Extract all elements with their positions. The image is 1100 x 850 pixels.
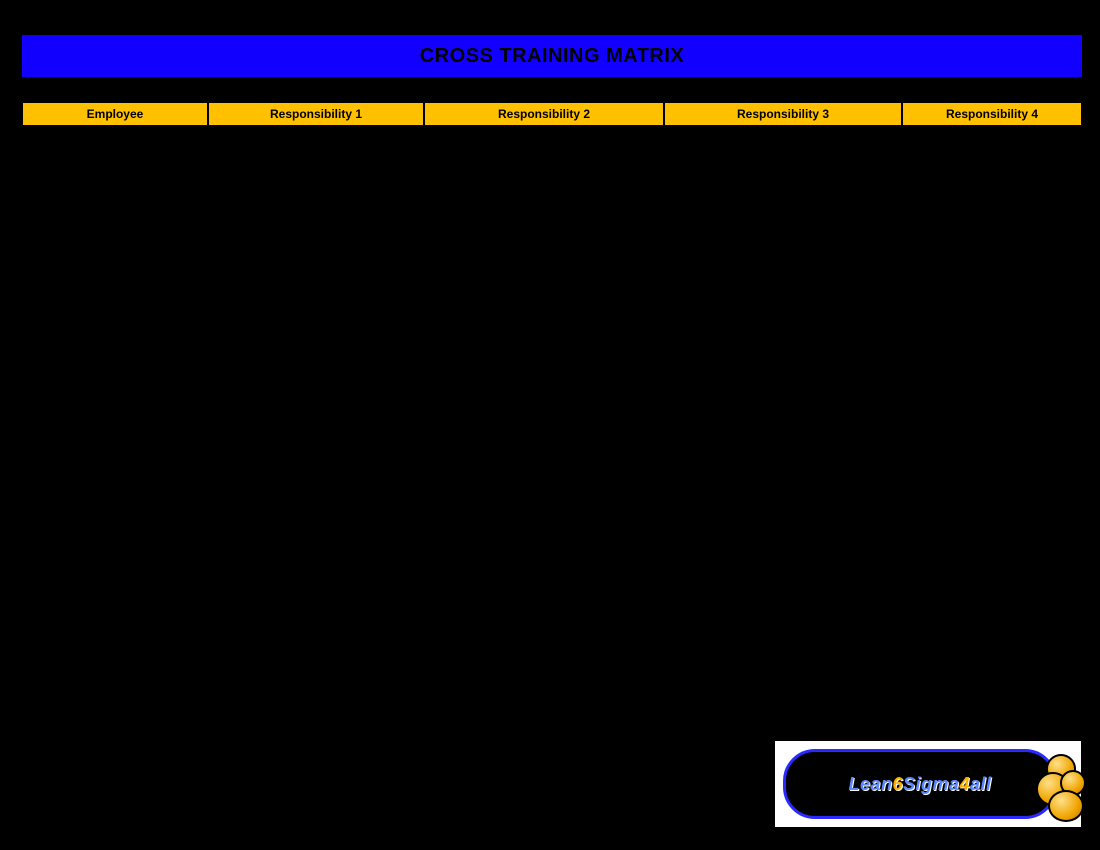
- logo-seg-all: all: [970, 774, 992, 794]
- coins-icon: [1034, 748, 1094, 820]
- matrix-header-row: Employee Responsibility 1 Responsibility…: [22, 103, 1082, 125]
- brand-logo-pill: Lean6Sigma4all: [783, 749, 1057, 819]
- logo-seg-lean: Lean: [848, 774, 892, 794]
- column-header-responsibility-2: Responsibility 2: [424, 103, 664, 125]
- column-header-responsibility-3: Responsibility 3: [664, 103, 902, 125]
- page-title: CROSS TRAINING MATRIX: [420, 45, 685, 68]
- column-header-responsibility-1: Responsibility 1: [208, 103, 424, 125]
- column-header-employee: Employee: [22, 103, 208, 125]
- logo-seg-4: 4: [960, 774, 971, 794]
- page: CROSS TRAINING MATRIX Employee Responsib…: [0, 0, 1100, 850]
- coin-icon: [1048, 790, 1084, 822]
- column-header-responsibility-4: Responsibility 4: [902, 103, 1082, 125]
- logo-seg-6: 6: [892, 774, 903, 794]
- title-bar: CROSS TRAINING MATRIX: [22, 35, 1082, 77]
- brand-logo-text: Lean6Sigma4all: [848, 774, 991, 795]
- logo-seg-sigma: Sigma: [903, 774, 960, 794]
